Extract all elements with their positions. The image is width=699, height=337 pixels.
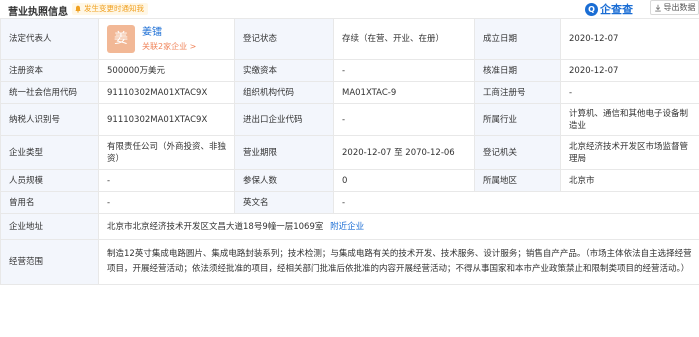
table-row: 企业类型 有限责任公司（外商投资、非独资） 营业期限 2020-12-07 至 … [0, 135, 699, 170]
business-license-table: 法定代表人 姜 姜镭 关联2家企业 > 登记状态 存续（在营、开业、在册） 成立… [0, 18, 699, 285]
capital-value: 500000万美元 [98, 59, 235, 82]
insured-count-value: 0 [333, 169, 475, 192]
authority-label: 登记机关 [474, 135, 561, 170]
legal-rep-cell: 姜 姜镭 关联2家企业 > [98, 18, 235, 60]
avatar[interactable]: 姜 [107, 25, 135, 53]
reg-number-label: 工商注册号 [474, 81, 561, 104]
address-cell: 北京市北京经济技术开发区文昌大道18号9幢一层1069室 附近企业 [98, 213, 699, 240]
table-row: 经营范围 制造12英寸集成电路圆片、集成电路封装系列；技术检测；与集成电路有关的… [0, 239, 699, 285]
authority-value: 北京经济技术开发区市场监督管理局 [560, 135, 699, 170]
company-type-value: 有限责任公司（外商投资、非独资） [98, 135, 235, 170]
business-term-value: 2020-12-07 至 2070-12-06 [333, 135, 475, 170]
founded-value: 2020-12-07 [560, 18, 699, 60]
export-label: 导出数据 [663, 3, 696, 12]
bell-icon [75, 5, 81, 13]
staff-size-label: 人员规模 [0, 169, 99, 192]
brand-name: 企查查 [600, 3, 633, 16]
related-companies-link[interactable]: 关联2家企业 > [142, 40, 196, 53]
industry-label: 所属行业 [474, 103, 561, 136]
export-button[interactable]: 导出数据 [650, 0, 699, 15]
table-row: 纳税人识别号 91110302MA01XTAC9X 进出口企业代码 - 所属行业… [0, 103, 699, 136]
address-value: 北京市北京经济技术开发区文昌大道18号9幢一层1069室 [107, 221, 324, 232]
table-row: 曾用名 - 英文名 - [0, 191, 699, 214]
tax-id-value: 91110302MA01XTAC9X [98, 103, 235, 136]
credit-code-value: 91110302MA01XTAC9X [98, 81, 235, 104]
company-type-label: 企业类型 [0, 135, 99, 170]
download-icon [654, 4, 661, 11]
change-notice-toggle[interactable]: 发生变更时通知我 [72, 3, 148, 15]
approved-date-value: 2020-12-07 [560, 59, 699, 82]
address-label: 企业地址 [0, 213, 99, 240]
capital-label: 注册资本 [0, 59, 99, 82]
region-value: 北京市 [560, 169, 699, 192]
english-name-label: 英文名 [234, 191, 334, 214]
business-scope-label: 经营范围 [0, 239, 99, 285]
table-row: 注册资本 500000万美元 实缴资本 - 核准日期 2020-12-07 [0, 59, 699, 82]
nearby-companies-link[interactable]: 附近企业 [330, 222, 364, 232]
import-code-value: - [333, 103, 475, 136]
legal-rep-name-link[interactable]: 姜镭 [142, 26, 196, 40]
tax-id-label: 纳税人识别号 [0, 103, 99, 136]
business-scope-value: 制造12英寸集成电路圆片、集成电路封装系列；技术检测；与集成电路有关的技术开发、… [98, 239, 699, 285]
table-row: 企业地址 北京市北京经济技术开发区文昌大道18号9幢一层1069室 附近企业 [0, 213, 699, 240]
business-term-label: 营业期限 [234, 135, 334, 170]
brand-logo: Q 企查查 [585, 1, 633, 17]
paid-capital-value: - [333, 59, 475, 82]
industry-value: 计算机、通信和其他电子设备制造业 [560, 103, 699, 136]
region-label: 所属地区 [474, 169, 561, 192]
section-header: 营业执照信息 发生变更时通知我 Q 企查查 导出数据 [0, 0, 699, 18]
credit-code-label: 统一社会信用代码 [0, 81, 99, 104]
change-notice-label: 发生变更时通知我 [84, 4, 144, 13]
paid-capital-label: 实缴资本 [234, 59, 334, 82]
reg-number-value: - [560, 81, 699, 104]
approved-date-label: 核准日期 [474, 59, 561, 82]
section-title: 营业执照信息 [8, 7, 68, 18]
status-value: 存续（在营、开业、在册） [333, 18, 475, 60]
former-name-value: - [98, 191, 235, 214]
legal-rep-label: 法定代表人 [0, 18, 99, 60]
table-row: 统一社会信用代码 91110302MA01XTAC9X 组织机构代码 MA01X… [0, 81, 699, 104]
status-label: 登记状态 [234, 18, 334, 60]
founded-label: 成立日期 [474, 18, 561, 60]
table-row: 法定代表人 姜 姜镭 关联2家企业 > 登记状态 存续（在营、开业、在册） 成立… [0, 18, 699, 60]
org-code-label: 组织机构代码 [234, 81, 334, 104]
insured-count-label: 参保人数 [234, 169, 334, 192]
staff-size-value: - [98, 169, 235, 192]
import-code-label: 进出口企业代码 [234, 103, 334, 136]
org-code-value: MA01XTAC-9 [333, 81, 475, 104]
table-row: 人员规模 - 参保人数 0 所属地区 北京市 [0, 169, 699, 192]
english-name-value: - [333, 191, 699, 214]
qcc-logo-icon: Q [585, 2, 598, 16]
former-name-label: 曾用名 [0, 191, 99, 214]
